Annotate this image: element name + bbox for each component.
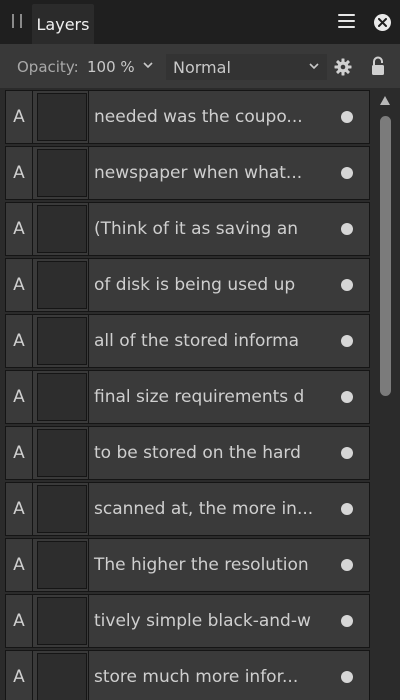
layer-row[interactable]: A tively simple black-and-w — [5, 594, 370, 648]
text-layer-icon: A — [6, 427, 33, 479]
layer-name: newspaper when what... — [88, 147, 336, 199]
opacity-value: 100 % — [87, 58, 135, 76]
visibility-toggle[interactable] — [341, 223, 353, 235]
layer-row[interactable]: A to be stored on the hard — [5, 426, 370, 480]
visibility-toggle[interactable] — [341, 615, 353, 627]
layer-name: of disk is being used up — [88, 259, 336, 311]
opacity-label: Opacity: — [17, 58, 79, 76]
visibility-toggle[interactable] — [341, 559, 353, 571]
opacity-dropdown[interactable]: 100 % — [80, 54, 160, 78]
text-layer-icon: A — [6, 259, 33, 311]
layer-name: store much more infor... — [88, 651, 336, 700]
gear-icon[interactable] — [334, 58, 352, 76]
close-icon[interactable] — [374, 14, 391, 31]
text-layer-icon: A — [6, 595, 33, 647]
tab-layers[interactable]: Layers — [32, 4, 94, 44]
visibility-toggle[interactable] — [341, 671, 353, 683]
layer-row[interactable]: A of disk is being used up — [5, 258, 370, 312]
text-layer-icon: A — [6, 91, 33, 143]
visibility-toggle[interactable] — [341, 335, 353, 347]
tab-layers-label: Layers — [36, 14, 90, 34]
layer-thumbnail — [37, 653, 87, 700]
layer-name: The higher the resolution — [88, 539, 336, 591]
layer-row[interactable]: A newspaper when what... — [5, 146, 370, 200]
blend-mode-value: Normal — [173, 58, 231, 77]
layers-scrollbar[interactable] — [372, 88, 400, 700]
panel-tab-bar: Layers — [0, 0, 400, 44]
layer-name: to be stored on the hard — [88, 427, 336, 479]
layer-thumbnail — [37, 541, 87, 589]
chevron-down-icon — [309, 63, 319, 70]
layer-row[interactable]: A (Think of it as saving an — [5, 202, 370, 256]
layer-thumbnail — [37, 373, 87, 421]
layers-list[interactable]: A needed was the coupo... A newspaper wh… — [0, 88, 372, 700]
layer-row[interactable]: A needed was the coupo... — [5, 90, 370, 144]
text-layer-icon: A — [6, 539, 33, 591]
layer-row[interactable]: A store much more infor... — [5, 650, 370, 700]
grip-icon[interactable] — [12, 14, 22, 28]
layer-thumbnail — [37, 93, 87, 141]
text-layer-icon: A — [6, 203, 33, 255]
visibility-toggle[interactable] — [341, 503, 353, 515]
visibility-toggle[interactable] — [341, 391, 353, 403]
blend-mode-dropdown[interactable]: Normal — [166, 54, 327, 80]
chevron-down-icon — [143, 62, 153, 69]
layer-thumbnail — [37, 205, 87, 253]
text-layer-icon: A — [6, 371, 33, 423]
layer-name: tively simple black-and-w — [88, 595, 336, 647]
layer-name: all of the stored informa — [88, 315, 336, 367]
layer-thumbnail — [37, 261, 87, 309]
layer-row[interactable]: A scanned at, the more in... — [5, 482, 370, 536]
layer-name: (Think of it as saving an — [88, 203, 336, 255]
layer-name: scanned at, the more in... — [88, 483, 336, 535]
hamburger-menu-icon[interactable] — [338, 14, 355, 28]
layer-name: final size requirements d — [88, 371, 336, 423]
visibility-toggle[interactable] — [341, 447, 353, 459]
layer-thumbnail — [37, 317, 87, 365]
layer-name: needed was the coupo... — [88, 91, 336, 143]
text-layer-icon: A — [6, 483, 33, 535]
text-layer-icon: A — [6, 147, 33, 199]
layer-row[interactable]: A The higher the resolution — [5, 538, 370, 592]
layer-row[interactable]: A all of the stored informa — [5, 314, 370, 368]
lock-icon[interactable] — [370, 56, 386, 76]
layer-thumbnail — [37, 149, 87, 197]
visibility-toggle[interactable] — [341, 111, 353, 123]
layer-thumbnail — [37, 597, 87, 645]
scroll-up-arrow-icon[interactable] — [380, 96, 390, 105]
visibility-toggle[interactable] — [341, 167, 353, 179]
layer-row[interactable]: A final size requirements d — [5, 370, 370, 424]
layer-thumbnail — [37, 429, 87, 477]
layer-thumbnail — [37, 485, 87, 533]
layer-options-bar: Opacity: 100 % Normal — [0, 44, 400, 88]
text-layer-icon: A — [6, 315, 33, 367]
visibility-toggle[interactable] — [341, 279, 353, 291]
text-layer-icon: A — [6, 651, 33, 700]
scrollbar-thumb[interactable] — [380, 116, 391, 396]
